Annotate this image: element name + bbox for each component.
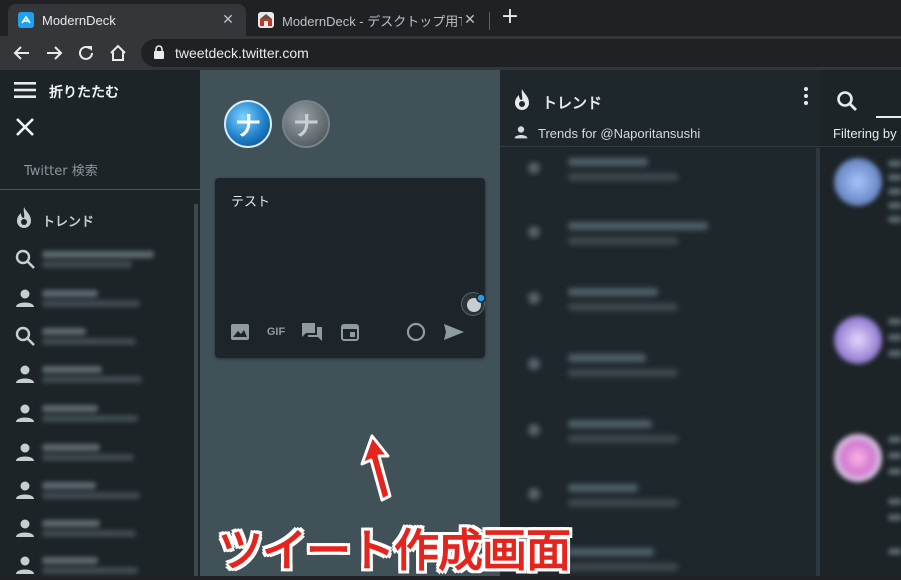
tab-moderndeck-article[interactable]: ModernDeck - デスクトップ用Twitte ✕ xyxy=(248,4,488,36)
home-icon[interactable] xyxy=(106,41,130,65)
avatar[interactable] xyxy=(834,316,882,364)
hamburger-menu-icon xyxy=(14,82,36,102)
browser-tab-bar: ModernDeck ✕ ModernDeck - デスクトップ用Twitte … xyxy=(0,0,901,36)
collapse-label: 折りたたむ xyxy=(49,85,119,101)
annotation-caption: ツイート作成画面 xyxy=(218,524,571,577)
tab-close-icon[interactable]: ✕ xyxy=(220,12,236,28)
account-avatar-active[interactable]: ナ xyxy=(224,100,272,148)
divider xyxy=(820,146,901,147)
user-icon xyxy=(14,441,36,463)
new-tab-button[interactable]: + xyxy=(498,6,522,30)
search-icon xyxy=(14,248,36,270)
user-icon xyxy=(514,124,528,143)
user-icon xyxy=(14,479,36,501)
char-count-ring-icon xyxy=(405,321,427,343)
search-results-list xyxy=(820,148,901,576)
search-input-underline[interactable] xyxy=(876,116,901,118)
filtering-label: Filtering by xyxy=(833,126,897,141)
divider xyxy=(500,146,820,147)
left-navigation: 折りたたむ Twitter 検索 トレンド xyxy=(0,70,200,576)
user-icon xyxy=(14,554,36,576)
trends-account-subtitle: Trends for @Naporitansushi xyxy=(514,124,700,143)
browser-toolbar: tweetdeck.twitter.com xyxy=(0,36,901,70)
site-favicon-icon xyxy=(258,12,274,28)
tab-close-icon[interactable]: ✕ xyxy=(462,12,478,28)
avatar[interactable] xyxy=(834,158,882,206)
avatar[interactable] xyxy=(834,434,882,482)
trends-subtitle: Trends for @Naporitansushi xyxy=(538,126,701,141)
tab-title: ModernDeck xyxy=(42,12,116,28)
tweet-text-input[interactable]: テスト xyxy=(231,191,270,210)
nav-column-item[interactable] xyxy=(14,359,190,389)
account-avatar-inactive[interactable]: ナ xyxy=(282,100,330,148)
nav-trend-label: トレンド xyxy=(42,214,95,230)
tab-moderndeck[interactable]: ModernDeck ✕ xyxy=(8,4,246,36)
user-icon xyxy=(14,517,36,539)
annotation-arrow-icon xyxy=(360,434,400,504)
trend-row[interactable] xyxy=(528,484,678,507)
trend-row[interactable] xyxy=(528,288,678,311)
address-bar[interactable]: tweetdeck.twitter.com xyxy=(141,39,901,67)
lock-icon xyxy=(153,44,165,63)
flame-icon xyxy=(14,206,34,234)
url-text: tweetdeck.twitter.com xyxy=(175,45,309,61)
search-column: Filtering by xyxy=(820,70,901,576)
tab-title: ModernDeck - デスクトップ用Twitte xyxy=(282,13,462,29)
collapse-button[interactable]: 折りたたむ xyxy=(14,82,119,102)
nav-column-item[interactable] xyxy=(14,321,190,351)
gif-icon[interactable]: GIF xyxy=(265,321,287,343)
nav-column-item[interactable] xyxy=(14,398,190,428)
trends-list xyxy=(500,150,816,576)
search-icon xyxy=(14,325,36,347)
nav-column-item[interactable] xyxy=(14,513,190,543)
poll-icon[interactable] xyxy=(301,321,323,343)
more-options-icon[interactable] xyxy=(798,86,814,106)
nav-column-item[interactable] xyxy=(14,475,190,505)
compose-column: ナ ナ テスト GIF xyxy=(200,70,500,576)
trends-column-header: トレンド xyxy=(512,88,602,116)
schedule-icon[interactable] xyxy=(339,321,361,343)
trend-row[interactable] xyxy=(528,420,678,443)
moderndeck-favicon-icon xyxy=(18,12,34,28)
user-icon xyxy=(14,287,36,309)
emoji-badge-icon[interactable] xyxy=(461,292,486,316)
nav-column-item[interactable] xyxy=(14,283,190,313)
trend-row[interactable] xyxy=(528,158,678,181)
trends-title: トレンド xyxy=(542,93,603,112)
search-icon[interactable] xyxy=(836,90,858,112)
tweetdeck-app: 折りたたむ Twitter 検索 トレンド ナ ナ テスト GIF トレンド T… xyxy=(0,70,901,577)
image-icon[interactable] xyxy=(229,321,251,343)
reload-icon[interactable] xyxy=(74,41,98,65)
nav-scrollbar[interactable] xyxy=(194,204,198,576)
back-arrow-icon[interactable] xyxy=(10,41,34,65)
trends-column: トレンド Trends for @Naporitansushi xyxy=(500,70,820,576)
nav-column-item[interactable] xyxy=(14,437,190,467)
send-icon[interactable] xyxy=(443,321,465,343)
twitter-search-input[interactable]: Twitter 検索 xyxy=(0,154,200,190)
tweet-composer[interactable]: テスト GIF xyxy=(215,178,486,358)
trend-row[interactable] xyxy=(528,354,678,377)
forward-arrow-icon[interactable] xyxy=(42,41,66,65)
trend-row[interactable] xyxy=(528,222,708,245)
nav-column-item[interactable] xyxy=(14,244,190,274)
flame-icon xyxy=(512,88,532,116)
user-icon xyxy=(14,363,36,385)
tab-separator xyxy=(489,12,490,30)
close-icon[interactable] xyxy=(14,116,36,138)
nav-item-trends[interactable]: トレンド xyxy=(14,206,94,234)
user-icon xyxy=(14,402,36,424)
